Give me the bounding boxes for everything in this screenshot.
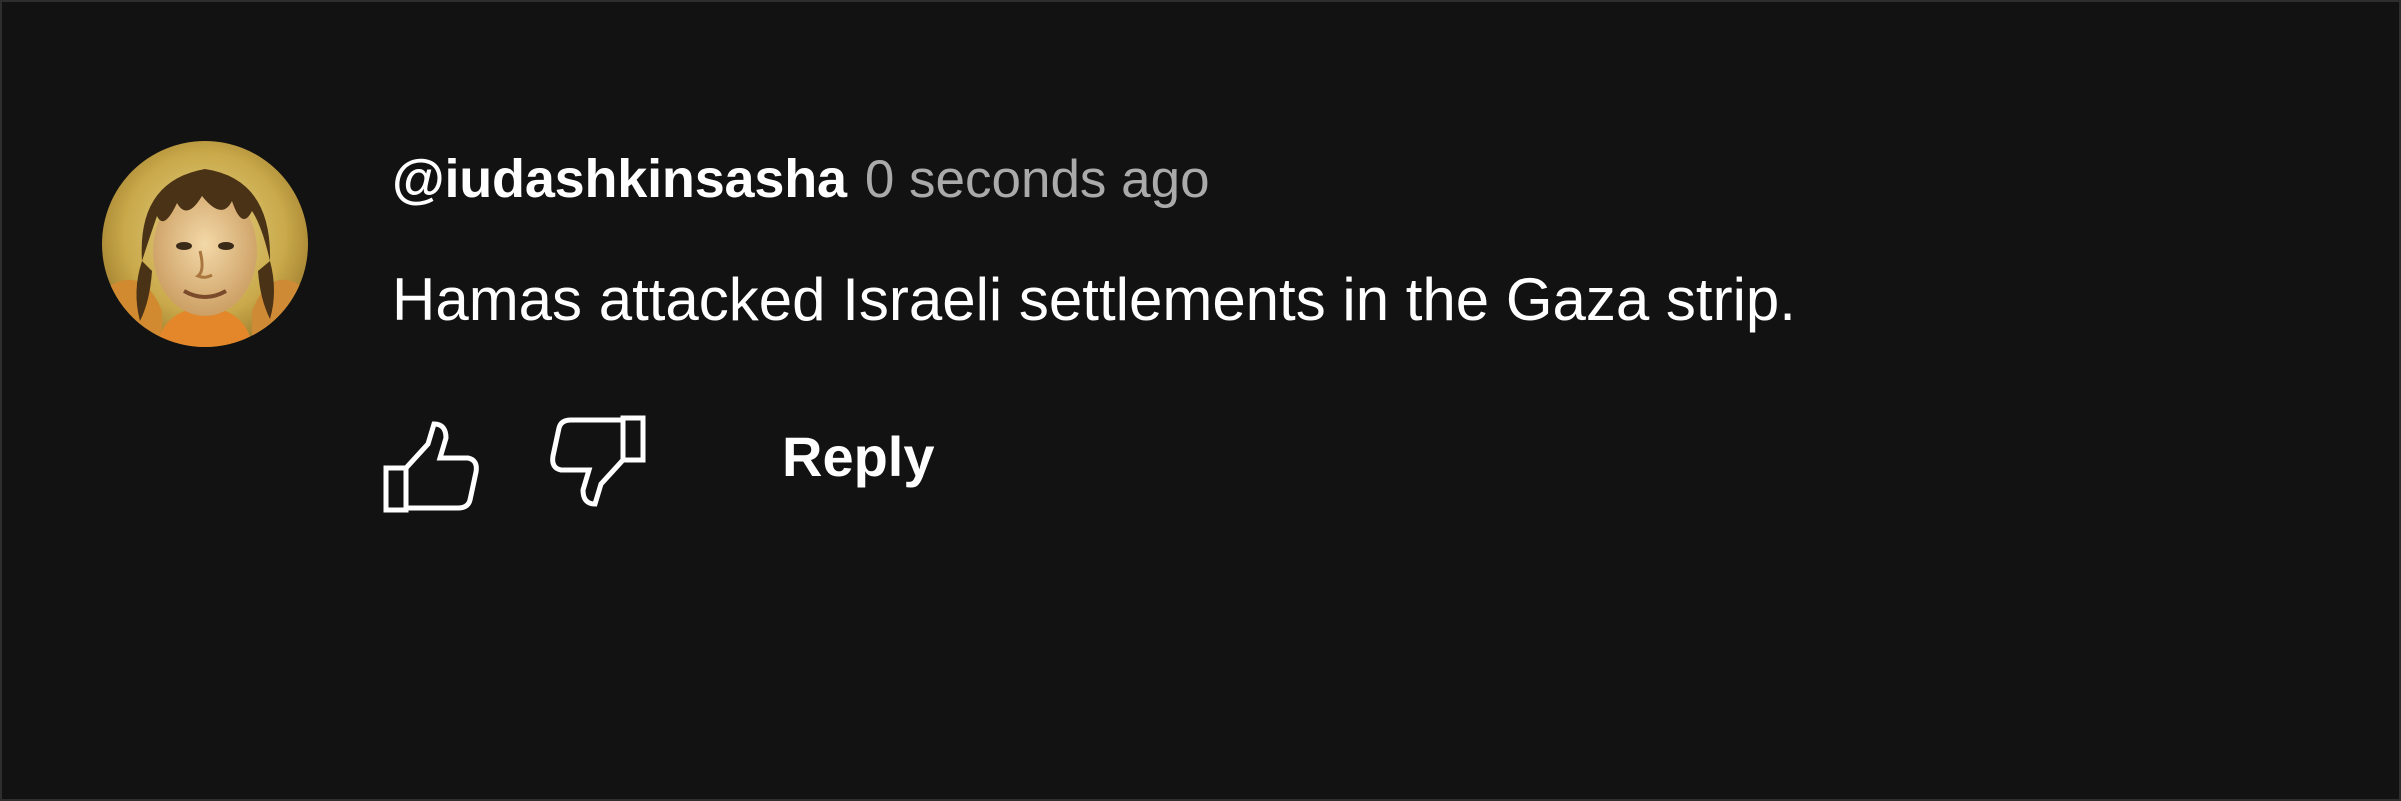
reply-button[interactable]: Reply (782, 429, 935, 485)
avatar-image (102, 141, 308, 347)
thumbs-down-icon (550, 415, 646, 507)
avatar[interactable] (102, 141, 308, 347)
comment-thread-item: @iudashkinsasha 0 seconds ago Hamas attac… (2, 2, 2399, 799)
comment-timestamp[interactable]: 0 seconds ago (865, 150, 1210, 209)
thumbs-up-icon (383, 420, 479, 512)
comment-frame: @iudashkinsasha 0 seconds ago Hamas attac… (2, 2, 2399, 799)
author-name[interactable]: @iudashkinsasha (392, 149, 847, 209)
comment-text: Hamas attacked Israeli settlements in th… (392, 266, 1796, 333)
comment-header: @iudashkinsasha 0 seconds ago (392, 152, 1210, 206)
dislike-button[interactable] (547, 411, 647, 511)
like-button[interactable] (382, 417, 482, 517)
